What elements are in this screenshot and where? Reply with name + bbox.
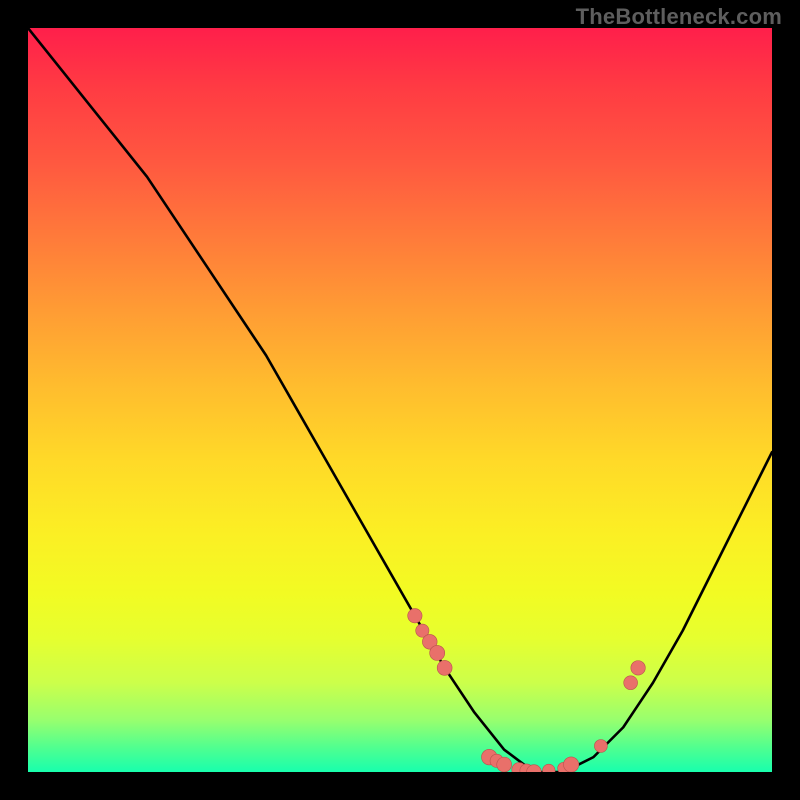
- data-marker: [430, 645, 445, 660]
- data-marker: [408, 609, 422, 623]
- data-marker: [437, 660, 452, 675]
- data-marker: [631, 661, 645, 675]
- data-marker: [624, 676, 638, 690]
- data-marker: [594, 740, 607, 753]
- marker-group: [408, 609, 646, 772]
- chart-svg: [28, 28, 772, 772]
- watermark-text: TheBottleneck.com: [576, 4, 782, 30]
- bottleneck-curve: [28, 28, 772, 772]
- data-marker: [543, 764, 556, 772]
- plot-area: [28, 28, 772, 772]
- chart-container: TheBottleneck.com: [0, 0, 800, 800]
- data-marker: [563, 757, 578, 772]
- data-marker: [497, 757, 512, 772]
